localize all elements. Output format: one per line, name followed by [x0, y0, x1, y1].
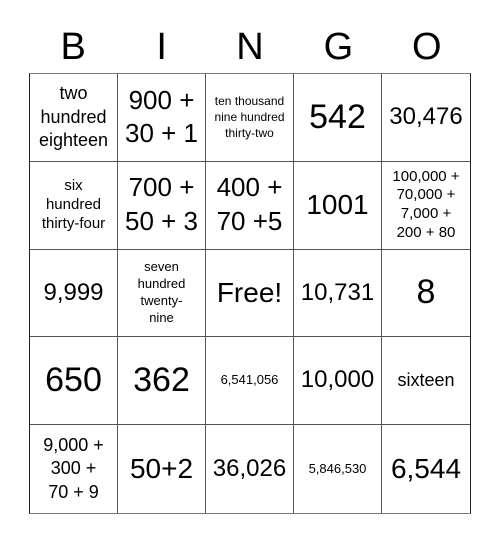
bingo-cell[interactable]: 6,541,056: [206, 337, 294, 426]
bingo-cell[interactable]: two hundred eighteen: [30, 74, 118, 162]
bingo-cell[interactable]: 1001: [294, 161, 382, 250]
bingo-cell[interactable]: 5,846,530: [294, 425, 382, 513]
bingo-cell[interactable]: sixteen: [382, 337, 470, 426]
bingo-cell[interactable]: 30,476: [382, 74, 470, 162]
header-letter-g: G: [323, 26, 354, 68]
bingo-cell[interactable]: 10,000: [294, 337, 382, 426]
free-space-cell[interactable]: Free!: [206, 249, 294, 338]
bingo-cell[interactable]: 542: [294, 74, 382, 162]
bingo-cell[interactable]: 9,999: [30, 249, 118, 338]
bingo-cell[interactable]: 100,000 + 70,000 + 7,000 + 200 + 80: [382, 162, 470, 250]
bingo-cell[interactable]: six hundred thirty-four: [30, 161, 118, 250]
bingo-cell[interactable]: 36,026: [206, 425, 294, 513]
bingo-cell[interactable]: 6,544: [382, 425, 470, 513]
bingo-cell[interactable]: 50+2: [118, 425, 206, 513]
bingo-cell[interactable]: 10,731: [294, 249, 382, 338]
bingo-cell[interactable]: 9,000 + 300 + 70 + 9: [30, 425, 118, 513]
bingo-header: B I N G O: [29, 22, 471, 72]
header-letter-i: I: [156, 26, 167, 68]
header-letter-o: O: [412, 26, 442, 68]
bingo-cell[interactable]: 900 + 30 + 1: [118, 74, 206, 162]
bingo-cell[interactable]: 700 + 50 + 3: [118, 161, 206, 250]
header-letter-n: N: [236, 26, 264, 68]
bingo-cell[interactable]: 650: [30, 337, 118, 426]
bingo-cell[interactable]: 400 + 70 +5: [206, 161, 294, 250]
header-letter-b: B: [60, 26, 86, 68]
bingo-cell[interactable]: seven hundred twenty- nine: [118, 249, 206, 338]
bingo-cell[interactable]: 8: [382, 250, 470, 338]
bingo-cell[interactable]: ten thousand nine hundred thirty-two: [206, 74, 294, 162]
bingo-grid: two hundred eighteen 900 + 30 + 1 ten th…: [29, 73, 471, 514]
bingo-cell[interactable]: 362: [118, 337, 206, 426]
